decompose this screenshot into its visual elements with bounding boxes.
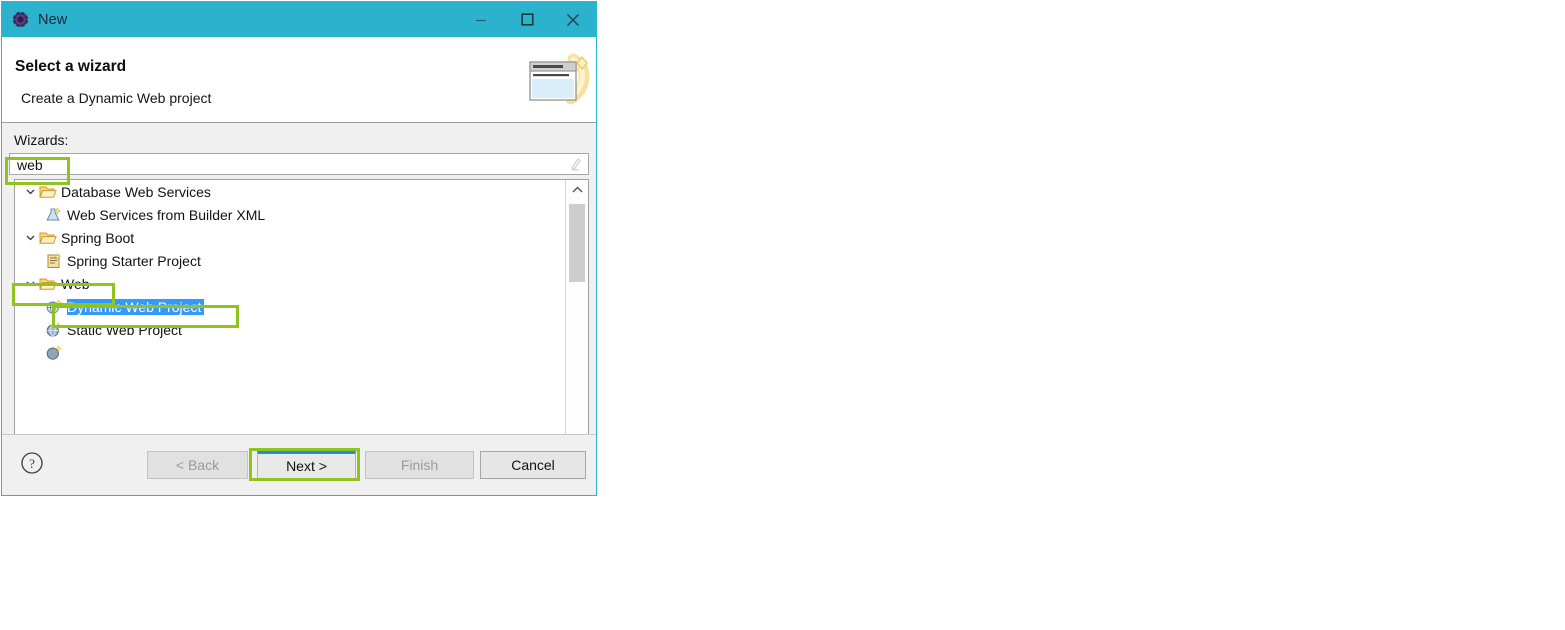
tree-row[interactable]: Web Services from Builder XML xyxy=(15,203,564,226)
maximize-button[interactable] xyxy=(504,2,550,37)
dialog-title-bar[interactable]: New xyxy=(2,2,596,37)
minimize-button[interactable] xyxy=(458,2,504,37)
clear-pencil-icon[interactable] xyxy=(569,157,582,171)
tree-item-label: Spring Boot xyxy=(61,229,135,246)
wizard-window-icon xyxy=(521,49,593,113)
folder-open-icon xyxy=(39,184,57,200)
scrollbar-thumb[interactable] xyxy=(569,204,585,282)
dialog-title-label: New xyxy=(38,11,68,28)
chevron-up-icon[interactable] xyxy=(566,180,588,200)
close-button[interactable] xyxy=(550,2,596,37)
wizard-body: Wizards: web Database Web Services Web S… xyxy=(2,123,596,482)
dialog-footer: ? < Back Next > Finish Cancel xyxy=(2,434,596,495)
wizard-search-value: web xyxy=(17,157,43,173)
chevron-down-icon[interactable] xyxy=(21,187,39,196)
builder-xml-icon xyxy=(45,206,63,223)
wizards-label: Wizards: xyxy=(14,132,69,148)
next-button[interactable]: Next > xyxy=(257,451,356,479)
tree-item-label: Web xyxy=(61,275,90,292)
tree-row-dynamic-web-project[interactable]: Dynamic Web Project xyxy=(15,295,564,318)
tree-row[interactable]: Database Web Services xyxy=(15,180,564,203)
spring-project-icon xyxy=(45,252,63,269)
tree-item-label: Web Services from Builder XML xyxy=(67,206,266,223)
chevron-down-icon[interactable] xyxy=(21,279,39,288)
dynamic-web-icon xyxy=(45,298,63,315)
folder-open-icon xyxy=(39,276,57,292)
tree-row[interactable]: Spring Starter Project xyxy=(15,249,564,272)
wizard-header: Select a wizard Create a Dynamic Web pro… xyxy=(2,37,596,123)
tree-item-label: Database Web Services xyxy=(61,183,211,200)
tree-row[interactable]: Web xyxy=(15,272,564,295)
tree-item-label: Spring Starter Project xyxy=(67,252,201,269)
wizard-search-input[interactable]: web xyxy=(9,153,589,175)
back-button[interactable]: < Back xyxy=(147,451,248,479)
tree-item-label: Static Web Project xyxy=(67,321,182,338)
folder-open-icon xyxy=(39,230,57,246)
page-title: Select a wizard xyxy=(15,58,127,75)
help-question-icon[interactable]: ? xyxy=(20,451,44,475)
page-subtitle: Create a Dynamic Web project xyxy=(21,90,212,106)
new-wizard-dialog: New Select a wizard Create a Dynamic Web… xyxy=(1,1,597,496)
web-project-icon xyxy=(45,344,63,361)
eclipse-icon xyxy=(12,11,29,28)
chevron-down-icon[interactable] xyxy=(21,233,39,242)
static-web-icon xyxy=(45,321,63,338)
cancel-button[interactable]: Cancel xyxy=(480,451,586,479)
tree-row-partial[interactable] xyxy=(15,341,564,364)
tree-item-label: Dynamic Web Project xyxy=(67,298,205,315)
tree-row[interactable]: Spring Boot xyxy=(15,226,564,249)
tree-row[interactable]: Static Web Project xyxy=(15,318,564,341)
svg-text:?: ? xyxy=(29,456,35,471)
finish-button[interactable]: Finish xyxy=(365,451,474,479)
window-controls xyxy=(458,2,596,37)
